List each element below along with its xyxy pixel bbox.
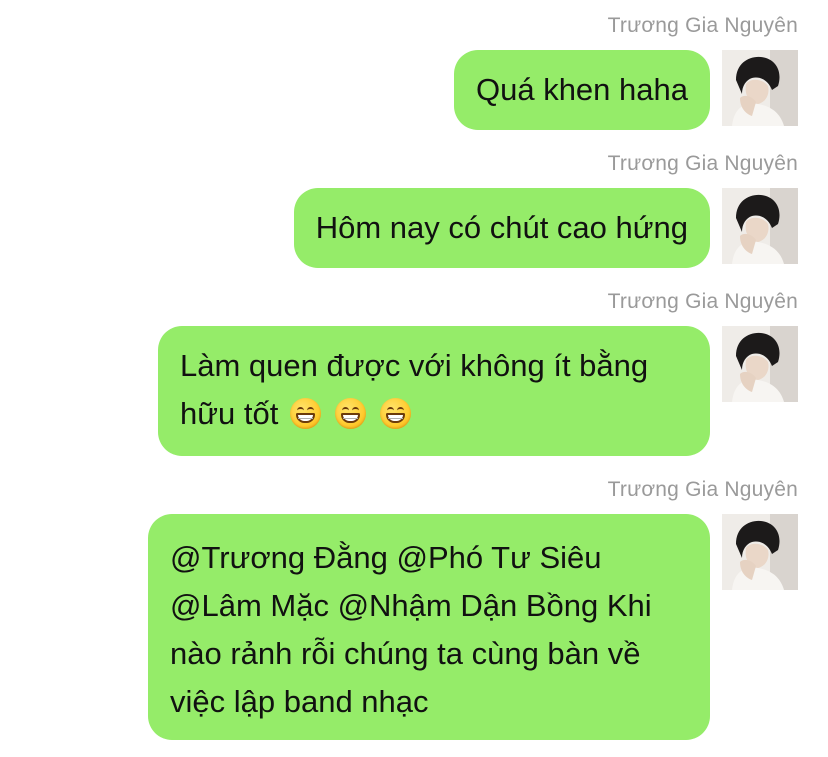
sender-name: Trương Gia Nguyên: [607, 152, 798, 175]
message-bubble[interactable]: Quá khen haha: [453, 50, 710, 130]
avatar[interactable]: [722, 326, 798, 402]
avatar[interactable]: [722, 188, 798, 264]
message-bubble[interactable]: Hôm nay có chút cao hứng: [293, 188, 710, 268]
grinning-face-emoji-icon: [290, 398, 322, 429]
sender-name: Trương Gia Nguyên: [607, 14, 798, 37]
avatar-image-icon: [722, 188, 798, 264]
avatar-image-icon: [722, 514, 798, 590]
avatar-image-icon: [722, 326, 798, 402]
avatar[interactable]: [722, 514, 798, 590]
grinning-face-emoji-icon: [335, 398, 367, 429]
message-text: Quá khen haha: [475, 72, 688, 107]
message-bubble[interactable]: @Trương Đằng @Phó Tư Siêu @Lâm Mặc @Nhậm…: [148, 514, 710, 740]
sender-name: Trương Gia Nguyên: [607, 478, 798, 501]
grinning-face-emoji-icon: [380, 398, 412, 429]
message-bubble[interactable]: Làm quen được với không ít bằng hữu tốt: [158, 326, 710, 456]
message-text-line: @Lâm Mặc @Nhậm Dận Bồng Khi: [170, 588, 652, 623]
message-text-line: Làm quen được với không ít bằng: [180, 348, 649, 383]
emoji-group: [290, 390, 412, 438]
message-text-line: @Trương Đằng @Phó Tư Siêu: [170, 540, 602, 575]
message-text-line: hữu tốt: [180, 390, 688, 438]
message-text-line: việc lập band nhạc: [170, 684, 429, 719]
message-text-fragment: hữu tốt: [180, 396, 279, 431]
avatar-image-icon: [722, 50, 798, 126]
sender-name: Trương Gia Nguyên: [607, 290, 798, 313]
message-text-line: nào rảnh rỗi chúng ta cùng bàn về: [170, 636, 641, 671]
avatar[interactable]: [722, 50, 798, 126]
message-text: Hôm nay có chút cao hứng: [315, 210, 688, 245]
